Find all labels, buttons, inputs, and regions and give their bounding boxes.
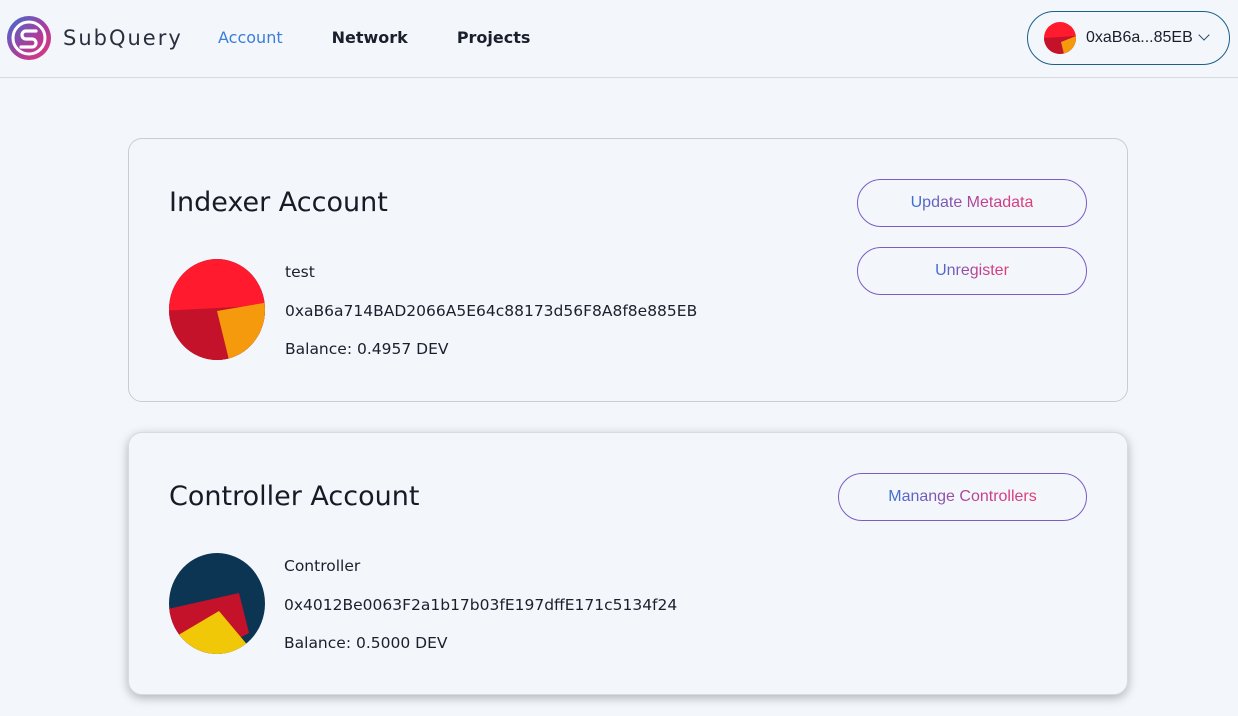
update-metadata-button[interactable]: Update Metadata <box>857 179 1087 227</box>
nav-item-projects[interactable]: Projects <box>457 28 531 47</box>
unregister-button[interactable]: Unregister <box>857 247 1087 295</box>
unregister-label: Unregister <box>935 262 1009 279</box>
logo-text: SubQuery <box>63 26 183 50</box>
main-nav: Account Network Projects <box>218 28 579 47</box>
controller-balance: Balance: 0.5000 DEV <box>284 634 448 652</box>
indexer-identicon-icon <box>169 259 265 360</box>
indexer-info: test 0xaB6a714BAD2066A5E64c88173d56F8A8f… <box>285 263 697 379</box>
indexer-account-card: Indexer Account test 0xaB6a714BAD2066A5E… <box>128 138 1128 402</box>
logo[interactable]: SubQuery <box>5 14 183 62</box>
nav-item-network[interactable]: Network <box>332 28 408 47</box>
indexer-name: test <box>285 263 315 281</box>
controller-name: Controller <box>284 557 361 575</box>
controller-address: 0x4012Be0063F2a1b17b03fE197dffE171c5134f… <box>284 595 678 614</box>
controller-info: Controller 0x4012Be0063F2a1b17b03fE197df… <box>284 557 677 673</box>
indexer-account-title: Indexer Account <box>169 187 388 218</box>
manage-controllers-label: Manange Controllers <box>888 488 1037 505</box>
controller-account-card: Controller Account Controller 0x4012Be00… <box>128 432 1128 695</box>
update-metadata-label: Update Metadata <box>910 194 1034 211</box>
wallet-dropdown[interactable]: 0xaB6a...85EB <box>1027 11 1230 65</box>
manage-controllers-button[interactable]: Manange Controllers <box>838 473 1087 521</box>
subquery-logo-icon <box>7 16 51 60</box>
top-header: SubQuery Account Network Projects 0xaB6a… <box>0 0 1238 78</box>
indexer-address: 0xaB6a714BAD2066A5E64c88173d56F8A8f8e885… <box>285 301 698 320</box>
nav-item-account[interactable]: Account <box>218 28 283 47</box>
chevron-down-icon <box>1198 29 1210 41</box>
controller-identicon-icon <box>169 553 265 654</box>
indexer-balance: Balance: 0.4957 DEV <box>285 340 449 358</box>
wallet-identicon-icon <box>1044 22 1076 54</box>
wallet-address: 0xaB6a...85EB <box>1086 29 1193 46</box>
controller-account-title: Controller Account <box>169 481 420 512</box>
